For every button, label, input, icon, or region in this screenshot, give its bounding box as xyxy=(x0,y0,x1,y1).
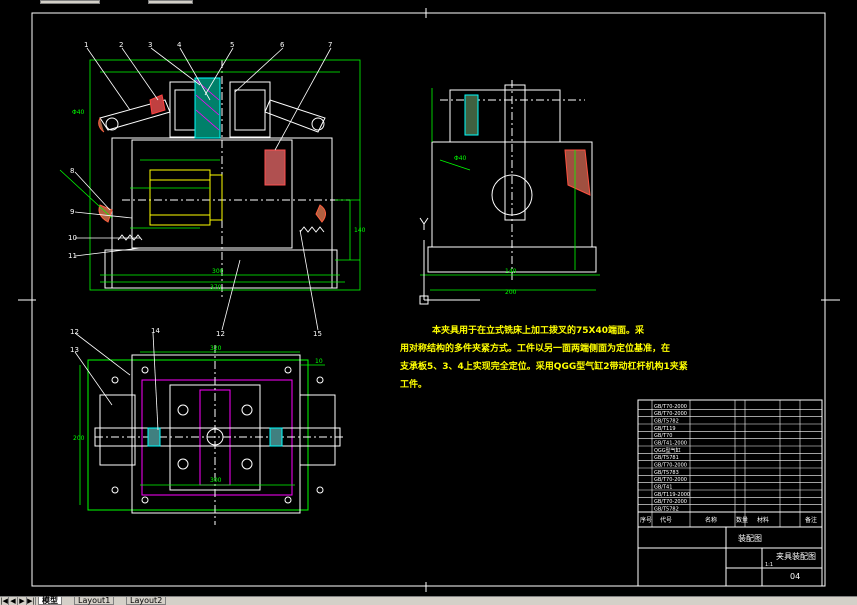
callout-13: 13 xyxy=(70,346,79,354)
tb-header-2: 名称 xyxy=(705,516,717,524)
callout-12-top: 12 xyxy=(70,328,79,336)
parts-row-code: GB/T70 xyxy=(654,433,672,439)
parts-row-code: GB/T41-2000 xyxy=(654,441,687,447)
window-top-strip xyxy=(0,0,300,4)
tab-layout1[interactable]: Layout1 xyxy=(74,597,115,605)
parts-row-code: QGG型气缸 xyxy=(654,447,681,454)
tab-prev-button[interactable]: ◀ xyxy=(9,597,18,605)
top-view[interactable]: 12 13 14 320 200 300 10 xyxy=(70,327,345,525)
tb-header-0: 序号 xyxy=(640,516,652,524)
dim-side-inner: 140 xyxy=(505,268,517,275)
tb-header-4: 材料 xyxy=(757,516,769,524)
parts-row-code: GB/T5783 xyxy=(654,470,679,476)
callout-3: 3 xyxy=(148,41,152,49)
callout-14: 14 xyxy=(151,327,160,335)
top-tab-fragment-1[interactable] xyxy=(40,0,100,4)
cad-drawing-canvas[interactable]: 1 2 3 4 5 6 7 8 9 10 11 12 15 300 370 Φ4… xyxy=(0,0,857,596)
dim-side-dia: Φ40 xyxy=(454,155,467,162)
parts-row-code: GB/T70-2000 xyxy=(654,404,687,410)
tab-last-button[interactable]: ▶| xyxy=(27,597,36,605)
parts-row-code: GB/T119 xyxy=(654,426,676,432)
note-line-1: 本夹具用于在立式铣床上加工拨叉的75X40端面。采 xyxy=(432,324,644,336)
parts-row-code: GB/T5782 xyxy=(654,419,679,425)
parts-row-code: GB/T41 xyxy=(654,485,672,491)
tab-next-button[interactable]: ▶ xyxy=(18,597,27,605)
dim-front-outer: 370 xyxy=(210,284,222,291)
callout-9: 9 xyxy=(70,208,74,216)
parts-row-code: GB/T70-2000 xyxy=(654,499,687,505)
parts-row-code: GB/T70-2000 xyxy=(654,463,687,469)
tab-first-button[interactable]: |◀ xyxy=(0,597,9,605)
tab-model[interactable]: 模型 xyxy=(38,597,62,605)
dim-front-inner: 300 xyxy=(212,268,224,275)
note-line-3: 支承板5、3、4上实现完全定位。采用QGG型气缸2带动杠杆机构1夹紧 xyxy=(399,360,688,372)
tab-layout2[interactable]: Layout2 xyxy=(126,597,167,605)
dim-top-top: 320 xyxy=(210,345,222,352)
front-view[interactable]: 1 2 3 4 5 6 7 8 9 10 11 12 15 300 370 Φ4… xyxy=(59,41,366,338)
tb-header-5: 备注 xyxy=(805,516,817,524)
callout-4: 4 xyxy=(177,41,182,49)
tb-title: 夹具装配图 xyxy=(776,551,816,561)
dim-front-dia: Φ40 xyxy=(72,109,85,116)
tb-drawing-name: 装配图 xyxy=(738,533,762,543)
callout-8: 8 xyxy=(70,167,74,175)
tb-scale: 1:1 xyxy=(765,562,773,568)
technical-note: 本夹具用于在立式铣床上加工拨叉的75X40端面。采 用对称结构的多件夹紧方式。工… xyxy=(399,324,688,390)
parts-row-code: GB/T70-2000 xyxy=(654,477,687,483)
dim-front-right: 140 xyxy=(354,227,366,234)
callout-1: 1 xyxy=(84,41,88,49)
top-tab-fragment-2[interactable] xyxy=(148,0,193,4)
tb-header-1: 代号 xyxy=(660,516,672,524)
callout-12-front: 12 xyxy=(216,330,225,338)
title-block[interactable]: GB/T70-2000GB/T70-2000GB/T5782GB/T119GB/… xyxy=(637,399,823,587)
callout-15: 15 xyxy=(313,330,322,338)
callout-7: 7 xyxy=(328,41,332,49)
layout-tab-bar: |◀ ◀ ▶ ▶| 模型 Layout1 Layout2 xyxy=(0,596,857,605)
dim-top-bottom: 300 xyxy=(210,477,222,484)
callout-10: 10 xyxy=(68,234,77,242)
callout-11: 11 xyxy=(68,252,77,260)
note-line-4: 工件。 xyxy=(400,378,427,390)
side-view[interactable]: 140 200 Φ40 xyxy=(419,80,600,305)
tb-header-3: 数量 xyxy=(736,516,748,524)
ucs-icon xyxy=(419,217,480,305)
dim-top-left: 200 xyxy=(73,435,85,442)
parts-row-code: GB/T5781 xyxy=(654,455,679,461)
dim-top-right: 10 xyxy=(315,358,323,365)
tb-sheet: 04 xyxy=(790,572,800,581)
note-line-2: 用对称结构的多件夹紧方式。工件以另一面两端侧面为定位基准，在 xyxy=(399,342,670,354)
parts-row-code: GB/T70-2000 xyxy=(654,411,687,417)
dim-side-outer: 200 xyxy=(505,289,517,296)
callout-5: 5 xyxy=(230,41,234,49)
callout-6: 6 xyxy=(280,41,285,49)
callout-2: 2 xyxy=(119,41,123,49)
parts-row-code: GB/T119-2000 xyxy=(654,492,690,498)
